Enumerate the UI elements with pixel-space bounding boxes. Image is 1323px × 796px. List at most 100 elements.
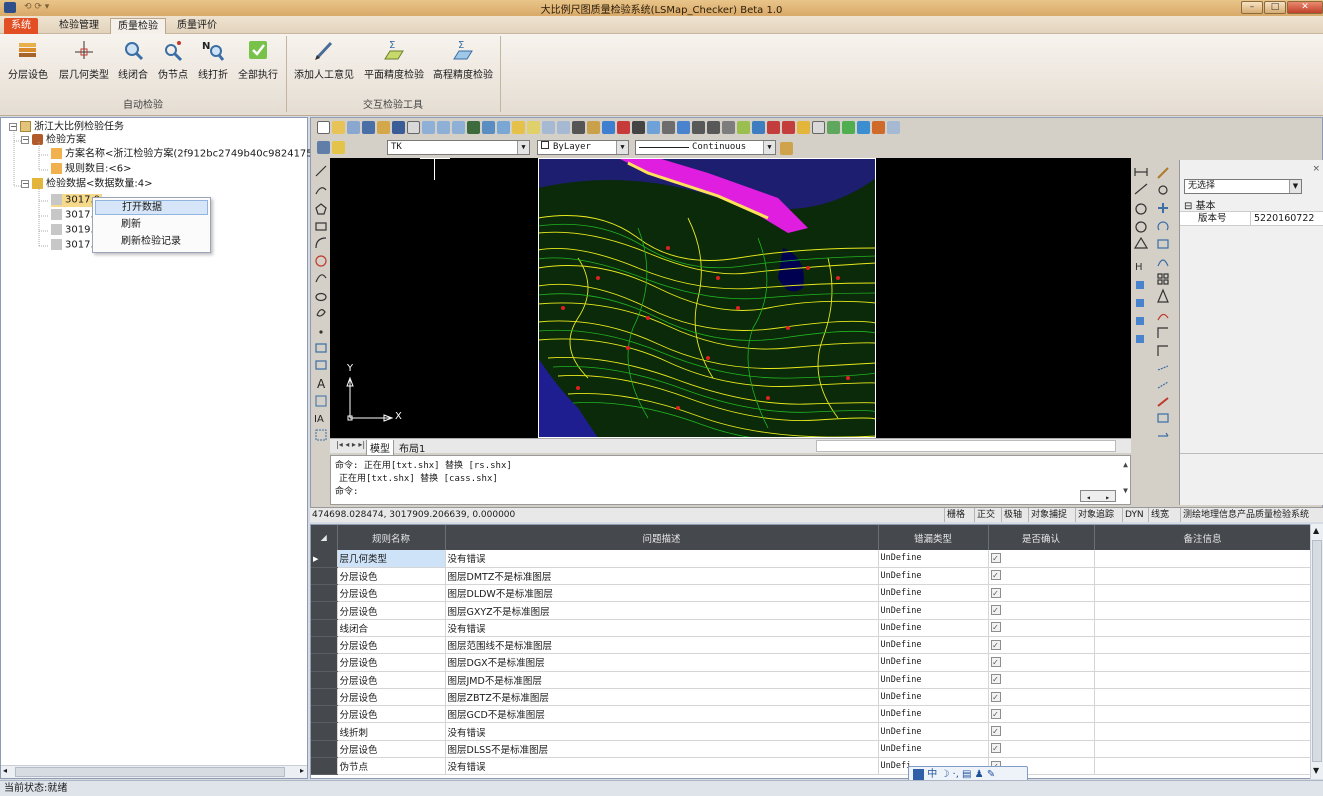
elevation-accuracy-button[interactable]: Σ 高程精度检验	[431, 38, 495, 82]
row-header[interactable]	[311, 584, 338, 603]
cell-notes[interactable]	[1094, 550, 1312, 568]
toggle-otrack[interactable]: 对象追踪	[1075, 508, 1116, 522]
pdf-icon[interactable]	[767, 121, 780, 134]
toggle-ortho[interactable]: 正交	[974, 508, 997, 522]
cell-rule-name[interactable]: 分层设色	[337, 688, 446, 707]
zoom-extents-icon[interactable]	[452, 121, 465, 134]
query-icon[interactable]	[527, 121, 540, 134]
cell-description[interactable]: 图层DGX不是标准图层	[445, 653, 879, 672]
row-header[interactable]: ▶	[311, 550, 338, 568]
chevron-down-icon[interactable]: ▼	[517, 141, 529, 154]
open-icon[interactable]	[332, 121, 345, 134]
scroll-left-icon[interactable]: ◂	[3, 766, 7, 775]
table-row[interactable]: 分层设色 图层GCD不是标准图层 UnDefine ✓	[311, 705, 1312, 724]
cell-rule-name[interactable]: 分层设色	[337, 653, 446, 672]
row-header[interactable]	[311, 601, 338, 620]
ime-mode[interactable]: 中	[927, 769, 937, 780]
new-icon[interactable]	[317, 121, 330, 134]
cell-description[interactable]: 图层GXYZ不是标准图层	[445, 601, 879, 620]
toggle-osnap[interactable]: 对象捕捉	[1028, 508, 1069, 522]
zoom-previous-icon[interactable]	[497, 121, 510, 134]
ime-tools-icon[interactable]: ☽ ·, ▤ ♟ ✎	[940, 769, 995, 780]
cell-confirmed[interactable]: ✓	[988, 671, 1095, 689]
cell-error-type[interactable]: UnDefine	[878, 584, 989, 603]
cell-error-type[interactable]: UnDefine	[878, 601, 989, 620]
cell-description[interactable]: 图层DMTZ不是标准图层	[445, 567, 879, 586]
redo-icon[interactable]	[707, 121, 720, 134]
confirmed-checkbox[interactable]: ✓	[990, 587, 1001, 598]
tree-rule-count[interactable]: 规则数目:<6>	[51, 163, 132, 176]
canvas-horizontal-scrollbar[interactable]	[816, 440, 1116, 452]
confirmed-checkbox[interactable]: ✓	[990, 743, 1001, 754]
edit-icon[interactable]	[617, 121, 630, 134]
pan-icon[interactable]	[467, 121, 480, 134]
ime-logo-icon[interactable]	[913, 768, 924, 780]
plot-icon[interactable]	[407, 121, 420, 134]
cell-notes[interactable]	[1094, 740, 1312, 759]
cell-notes[interactable]	[1094, 671, 1312, 689]
col-confirmed[interactable]: 是否确认	[988, 525, 1095, 550]
row-header[interactable]	[311, 671, 338, 689]
command-hscroll[interactable]: ◂ ▸	[1080, 490, 1116, 502]
preview-icon[interactable]	[392, 121, 405, 134]
command-scroll-icon[interactable]: ▲ ▼	[1123, 458, 1128, 497]
scroll-down-icon[interactable]: ▼	[1313, 766, 1319, 775]
cell-description[interactable]: 没有错误	[445, 550, 879, 568]
zoom-window-icon[interactable]	[437, 121, 450, 134]
cell-confirmed[interactable]: ✓	[988, 653, 1095, 672]
disk-icon[interactable]	[362, 121, 375, 134]
cell-rule-name[interactable]: 伪节点	[337, 757, 446, 776]
table-row[interactable]: 分层设色 图层DLSS不是标准图层 UnDefine ✓	[311, 740, 1312, 759]
col-error-type[interactable]: 错漏类型	[878, 525, 989, 550]
cell-confirmed[interactable]: ✓	[988, 584, 1095, 603]
tree-horizontal-scrollbar[interactable]: ◂ ▸	[1, 765, 307, 778]
cell-notes[interactable]	[1094, 688, 1312, 707]
window-icon[interactable]	[647, 121, 660, 134]
panel-close-icon[interactable]: ×	[1312, 164, 1320, 174]
table-row[interactable]: 线闭合 没有错误 UnDefine ✓	[311, 619, 1312, 637]
cell-description[interactable]: 没有错误	[445, 619, 879, 637]
table-row[interactable]: 分层设色 图层ZBTZ不是标准图层 UnDefine ✓	[311, 688, 1312, 707]
cell-confirmed[interactable]: ✓	[988, 740, 1095, 759]
grid-icon[interactable]	[602, 121, 615, 134]
props-row[interactable]: 版本号 5220160722	[1180, 211, 1323, 226]
confirmed-checkbox[interactable]: ✓	[990, 726, 1001, 737]
cell-rule-name[interactable]: 分层设色	[337, 601, 446, 620]
export-icon[interactable]	[782, 121, 795, 134]
run-all-button[interactable]: 全部执行	[236, 38, 280, 82]
cell-error-type[interactable]: UnDefine	[878, 671, 989, 689]
confirmed-checkbox[interactable]: ✓	[990, 639, 1001, 650]
check-circle-icon[interactable]	[842, 121, 855, 134]
table-row[interactable]: 伪节点没有错误UnDefi✓	[311, 757, 1312, 776]
menu-item-refresh[interactable]: 刷新	[95, 217, 208, 232]
confirmed-checkbox[interactable]: ✓	[990, 674, 1001, 685]
cell-error-type[interactable]: UnDefine	[878, 722, 989, 741]
command-window[interactable]: 命令: 正在用[txt.shx] 替换 [rs.shx] 正在用[txt.shx…	[330, 455, 1131, 505]
tab-nav-arrows-icon[interactable]: |◂ ◂ ▸ ▸|	[336, 440, 365, 449]
toggle-polar[interactable]: 极轴	[1001, 508, 1024, 522]
row-header[interactable]	[311, 757, 338, 776]
zoom-realtime-icon[interactable]	[422, 121, 435, 134]
command-prompt[interactable]: 命令:	[335, 486, 1126, 499]
tab-model[interactable]: 模型	[366, 440, 394, 456]
tree-scheme-name[interactable]: 方案名称<浙江检验方案(2f912bc2749b40c9824175d1132e	[51, 148, 351, 161]
tab-layout1[interactable]: 布局1	[396, 440, 428, 455]
find-icon[interactable]	[887, 121, 900, 134]
cell-error-type[interactable]: UnDefine	[878, 653, 989, 672]
line-closure-button[interactable]: 线闭合	[116, 38, 150, 82]
row-header[interactable]	[311, 567, 338, 586]
pencil-icon[interactable]	[872, 121, 885, 134]
grid-corner[interactable]: ◢	[311, 525, 338, 550]
table-row[interactable]: 分层设色 图层GXYZ不是标准图层 UnDefine ✓	[311, 601, 1312, 620]
layer-color-button[interactable]: 分层设色	[6, 38, 50, 82]
cell-notes[interactable]	[1094, 601, 1312, 620]
selection-select[interactable]: 无选择 ▼	[1184, 179, 1302, 194]
props-section-basic[interactable]: ⊟ 基本	[1184, 197, 1216, 212]
cell-description[interactable]: 图层DLSS不是标准图层	[445, 740, 879, 759]
table-row[interactable]: 分层设色 图层范围线不是标准图层 UnDefine ✓	[311, 636, 1312, 655]
cell-error-type[interactable]: UnDefine	[878, 636, 989, 655]
col-rule-name[interactable]: 规则名称	[337, 525, 446, 550]
cell-notes[interactable]	[1094, 636, 1312, 655]
confirmed-checkbox[interactable]: ✓	[990, 708, 1001, 719]
linetype-select[interactable]: Continuous ▼	[635, 140, 776, 155]
